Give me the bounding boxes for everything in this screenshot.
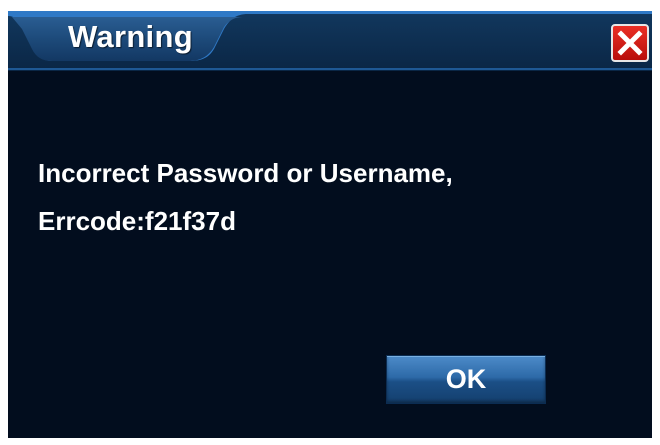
close-button[interactable] [611, 24, 649, 62]
close-icon [617, 30, 643, 56]
error-code: Errcode:f21f37d [38, 206, 236, 236]
title-bar: Warning [8, 11, 652, 71]
warning-dialog: Warning Incorrect Password or Username, … [8, 11, 652, 438]
error-message: Incorrect Password or Username, Errcode:… [38, 149, 638, 245]
ok-button[interactable]: OK [386, 355, 546, 404]
dialog-title: Warning [68, 19, 193, 54]
error-message-line: Incorrect Password or Username, [38, 158, 453, 188]
